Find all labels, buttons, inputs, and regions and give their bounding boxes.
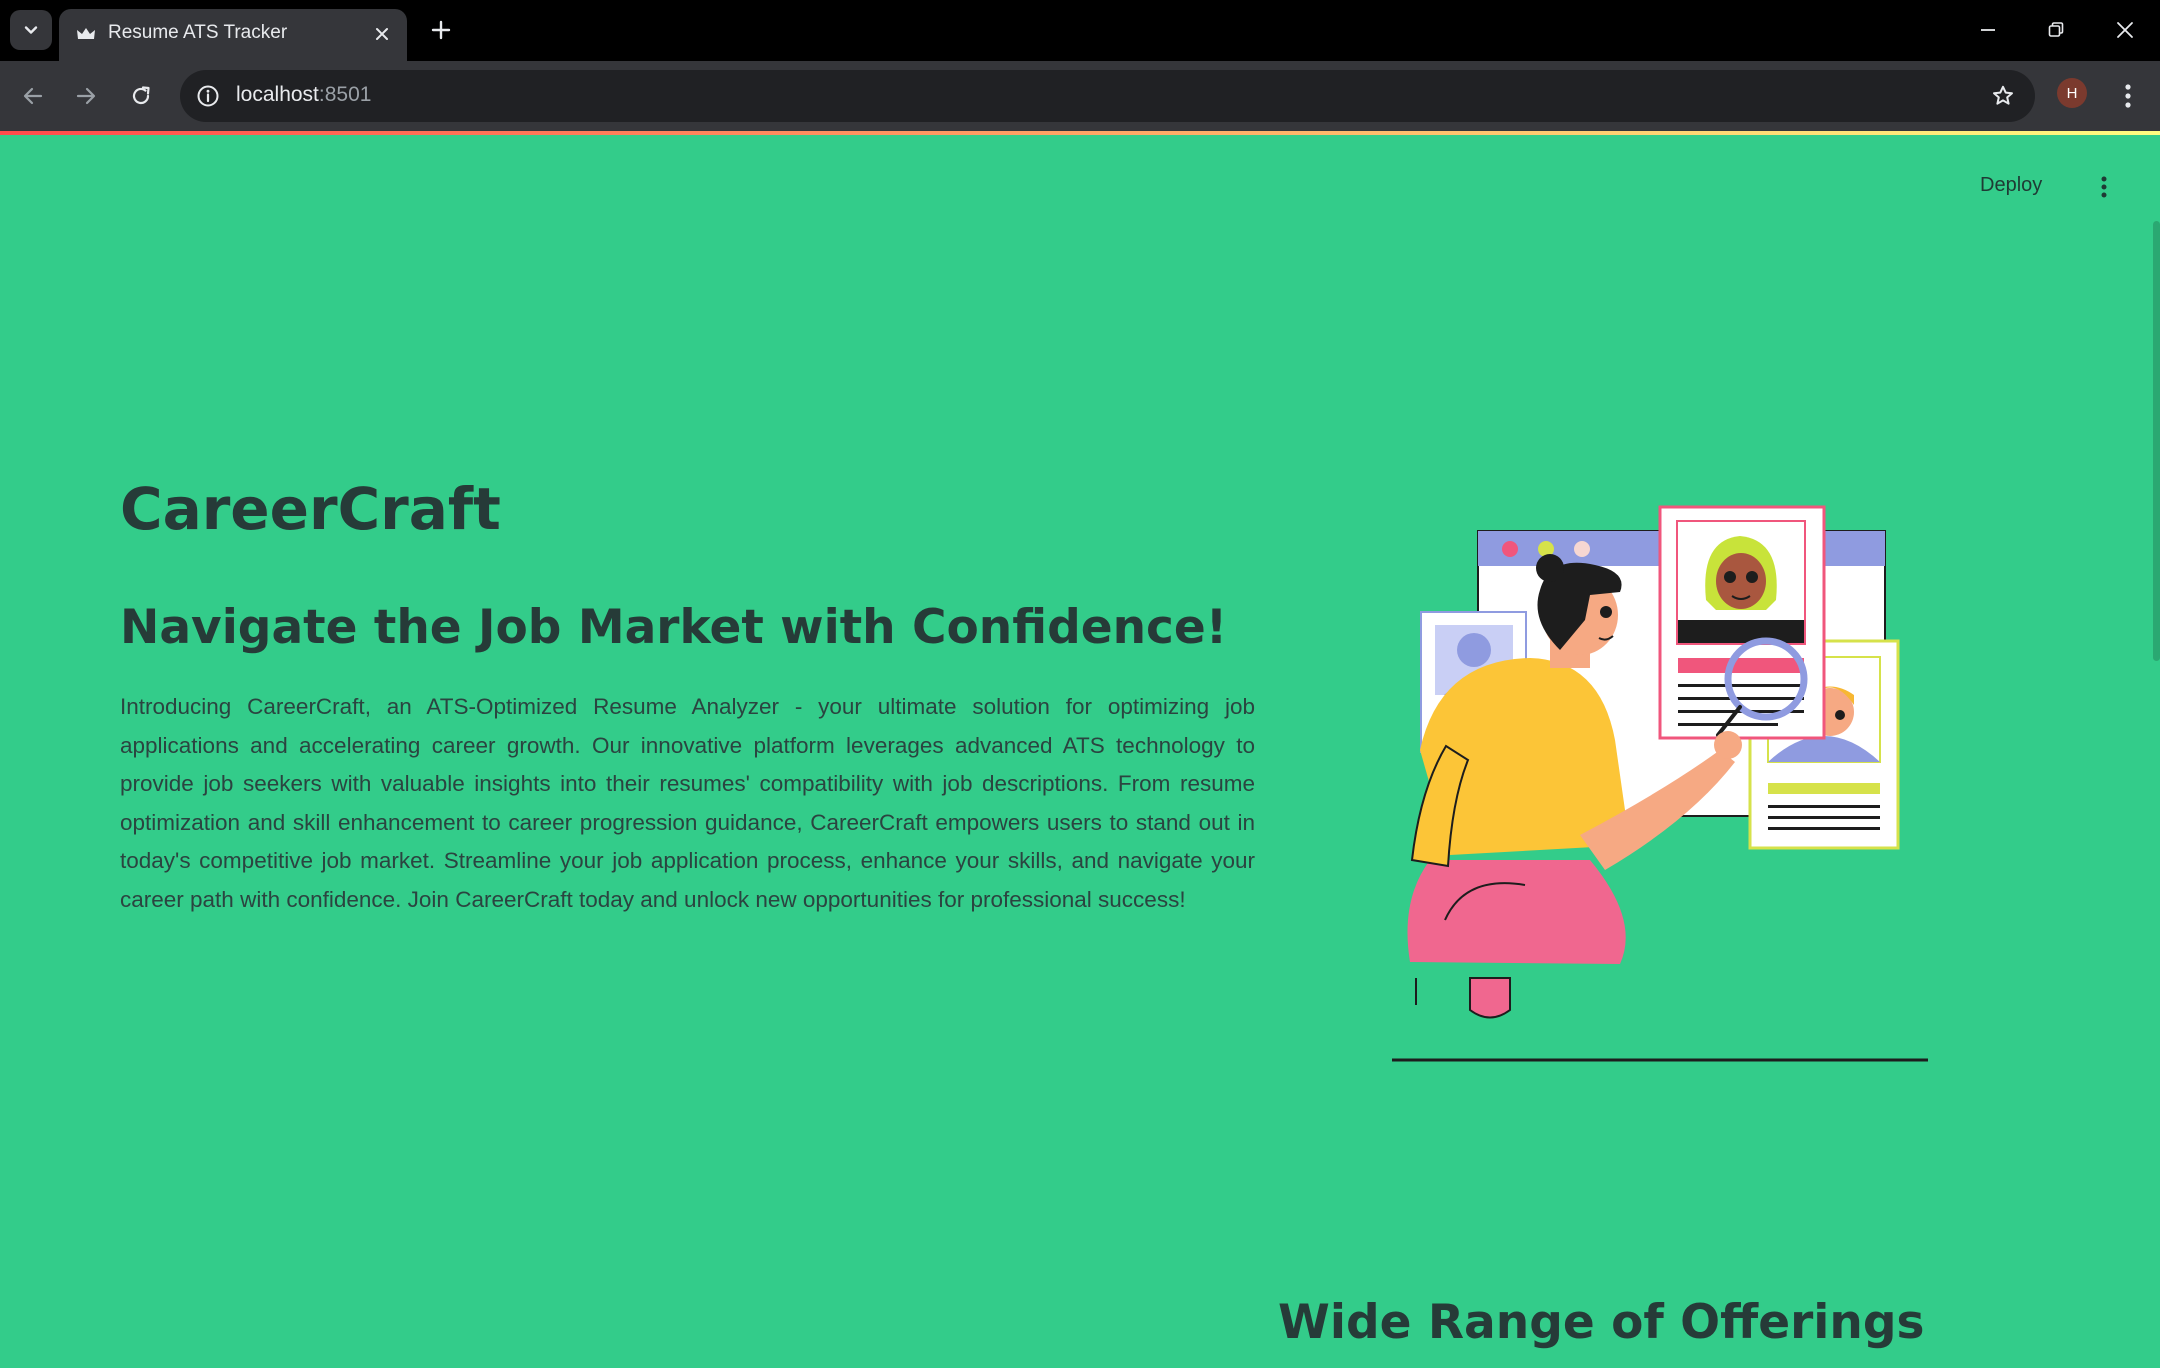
crown-icon — [75, 23, 97, 45]
hero-description: Introducing CareerCraft, an ATS-Optimize… — [120, 694, 1255, 912]
url-port: :8501 — [318, 83, 372, 106]
offerings-image — [120, 1270, 1260, 1368]
arrow-left-icon — [23, 87, 43, 105]
tab-title: Resume ATS Tracker — [108, 22, 288, 43]
forward-button[interactable] — [65, 75, 107, 117]
back-button[interactable] — [12, 75, 54, 117]
kebab-menu-icon — [2125, 84, 2131, 108]
star-icon[interactable] — [1985, 78, 2021, 114]
offerings-title: Wide Range of Offerings — [1278, 1295, 1925, 1350]
reload-icon — [132, 86, 150, 105]
browser-menu-button[interactable] — [2110, 75, 2146, 117]
url-text: localhost:8501 — [236, 83, 371, 107]
close-icon[interactable] — [367, 19, 397, 49]
chevron-down-icon — [24, 26, 38, 34]
profile-avatar[interactable]: H — [2057, 78, 2087, 108]
browser-toolbar: localhost:8501 H — [0, 61, 2160, 131]
hero-subtitle: Navigate the Job Market with Confidence! — [120, 600, 1228, 655]
app-menu-button[interactable] — [2086, 167, 2122, 207]
address-bar[interactable]: localhost:8501 — [180, 70, 2035, 122]
reload-button[interactable] — [120, 75, 162, 117]
browser-tab-active[interactable]: Resume ATS Tracker — [59, 9, 407, 61]
hero-title: CareerCraft — [120, 475, 501, 543]
scrollbar[interactable] — [2153, 221, 2160, 661]
hero-illustration — [1392, 505, 1928, 1062]
restore-icon — [2048, 22, 2064, 37]
info-icon[interactable] — [190, 78, 226, 114]
close-icon — [2117, 22, 2133, 38]
plus-icon — [431, 20, 451, 40]
window-close-button[interactable] — [2102, 8, 2148, 52]
minimize-icon — [1981, 29, 1995, 31]
app-main: Deploy CareerCraft Navigate the Job Mark… — [0, 135, 2160, 1368]
browser-tab-strip: Resume ATS Tracker — [0, 0, 2160, 61]
url-host: localhost — [236, 83, 319, 106]
new-tab-button[interactable] — [422, 11, 460, 49]
restore-button[interactable] — [2033, 8, 2079, 52]
arrow-right-icon — [76, 87, 96, 105]
deploy-button[interactable]: Deploy — [1980, 165, 2042, 205]
tab-search-button[interactable] — [10, 10, 52, 50]
minimize-button[interactable] — [1965, 8, 2011, 52]
kebab-menu-icon — [2101, 176, 2107, 198]
